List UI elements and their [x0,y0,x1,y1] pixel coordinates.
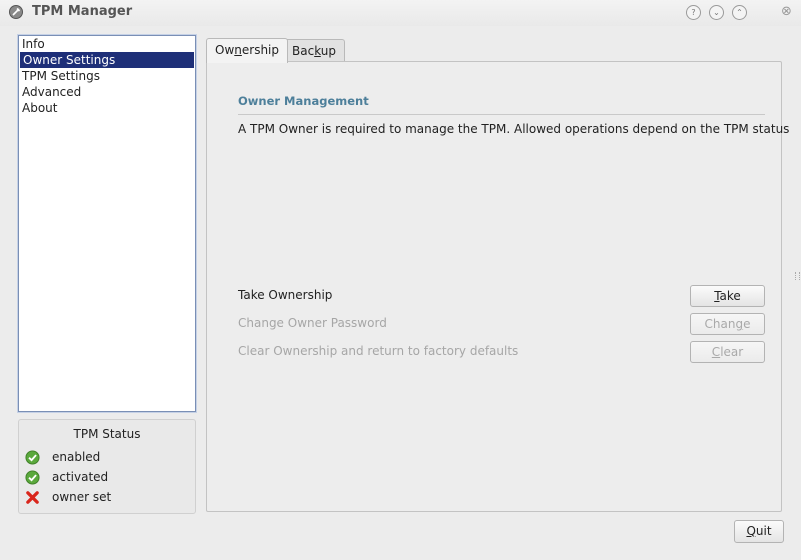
sidebar-item-about[interactable]: About [19,100,195,116]
tab-ownership[interactable]: Ownership [206,38,288,63]
check-icon [25,450,40,465]
status-label: enabled [52,450,101,464]
tab-label: up [320,44,337,58]
window-title: TPM Manager [32,4,133,19]
sidebar-item-info[interactable]: Info [19,36,195,52]
close-icon[interactable]: ⊗ [780,5,793,18]
resize-grip[interactable] [795,272,800,280]
title-bar: TPM Manager ? ⌄ ⌃ ⊗ [0,0,801,26]
take-ownership-label: Take Ownership [238,288,333,302]
button-label: lear [720,345,744,359]
status-label: activated [52,470,109,484]
section-heading: Owner Management [238,94,369,108]
panel-description: A TPM Owner is required to manage the TP… [238,122,790,136]
clear-button[interactable]: Clear [690,341,765,363]
tab-backup[interactable]: Backup [283,39,346,62]
button-label: uit [755,524,772,538]
sidebar-item-tpm-settings[interactable]: TPM Settings [19,68,195,84]
quit-button[interactable]: Quit [734,520,784,543]
button-label: e [743,317,751,331]
app-icon [9,5,23,19]
tab-label: Bac [292,44,315,58]
take-button[interactable]: Take [690,285,765,307]
tab-mnemonic: n [234,43,242,57]
sidebar-list[interactable]: Info Owner Settings TPM Settings Advance… [18,35,196,412]
button-label: Chan [704,317,736,331]
ownership-panel: Owner Management A TPM Owner is required… [206,61,789,512]
sidebar-item-advanced[interactable]: Advanced [19,84,195,100]
button-mnemonic: Q [746,524,756,538]
tab-mnemonic: k [314,44,321,58]
clear-ownership-label: Clear Ownership and return to factory de… [238,344,519,358]
button-mnemonic: g [735,317,744,331]
change-password-label: Change Owner Password [238,316,387,330]
button-mnemonic: C [711,345,721,359]
sidebar-item-owner-settings[interactable]: Owner Settings [20,52,194,68]
tab-label: ership [241,43,279,57]
cross-icon [26,491,39,504]
maximize-icon[interactable]: ⌃ [732,5,747,20]
change-button[interactable]: Change [690,313,765,335]
help-icon[interactable]: ? [686,5,701,20]
tpm-status-box: TPM Status enabled activated owner set [18,419,196,514]
tpm-status-title: TPM Status [73,427,141,441]
check-icon [25,470,40,485]
tab-label: Ow [215,43,235,57]
status-label: owner set [52,490,112,504]
button-label: ake [719,289,741,303]
minimize-icon[interactable]: ⌄ [709,5,724,20]
section-divider [238,114,765,115]
